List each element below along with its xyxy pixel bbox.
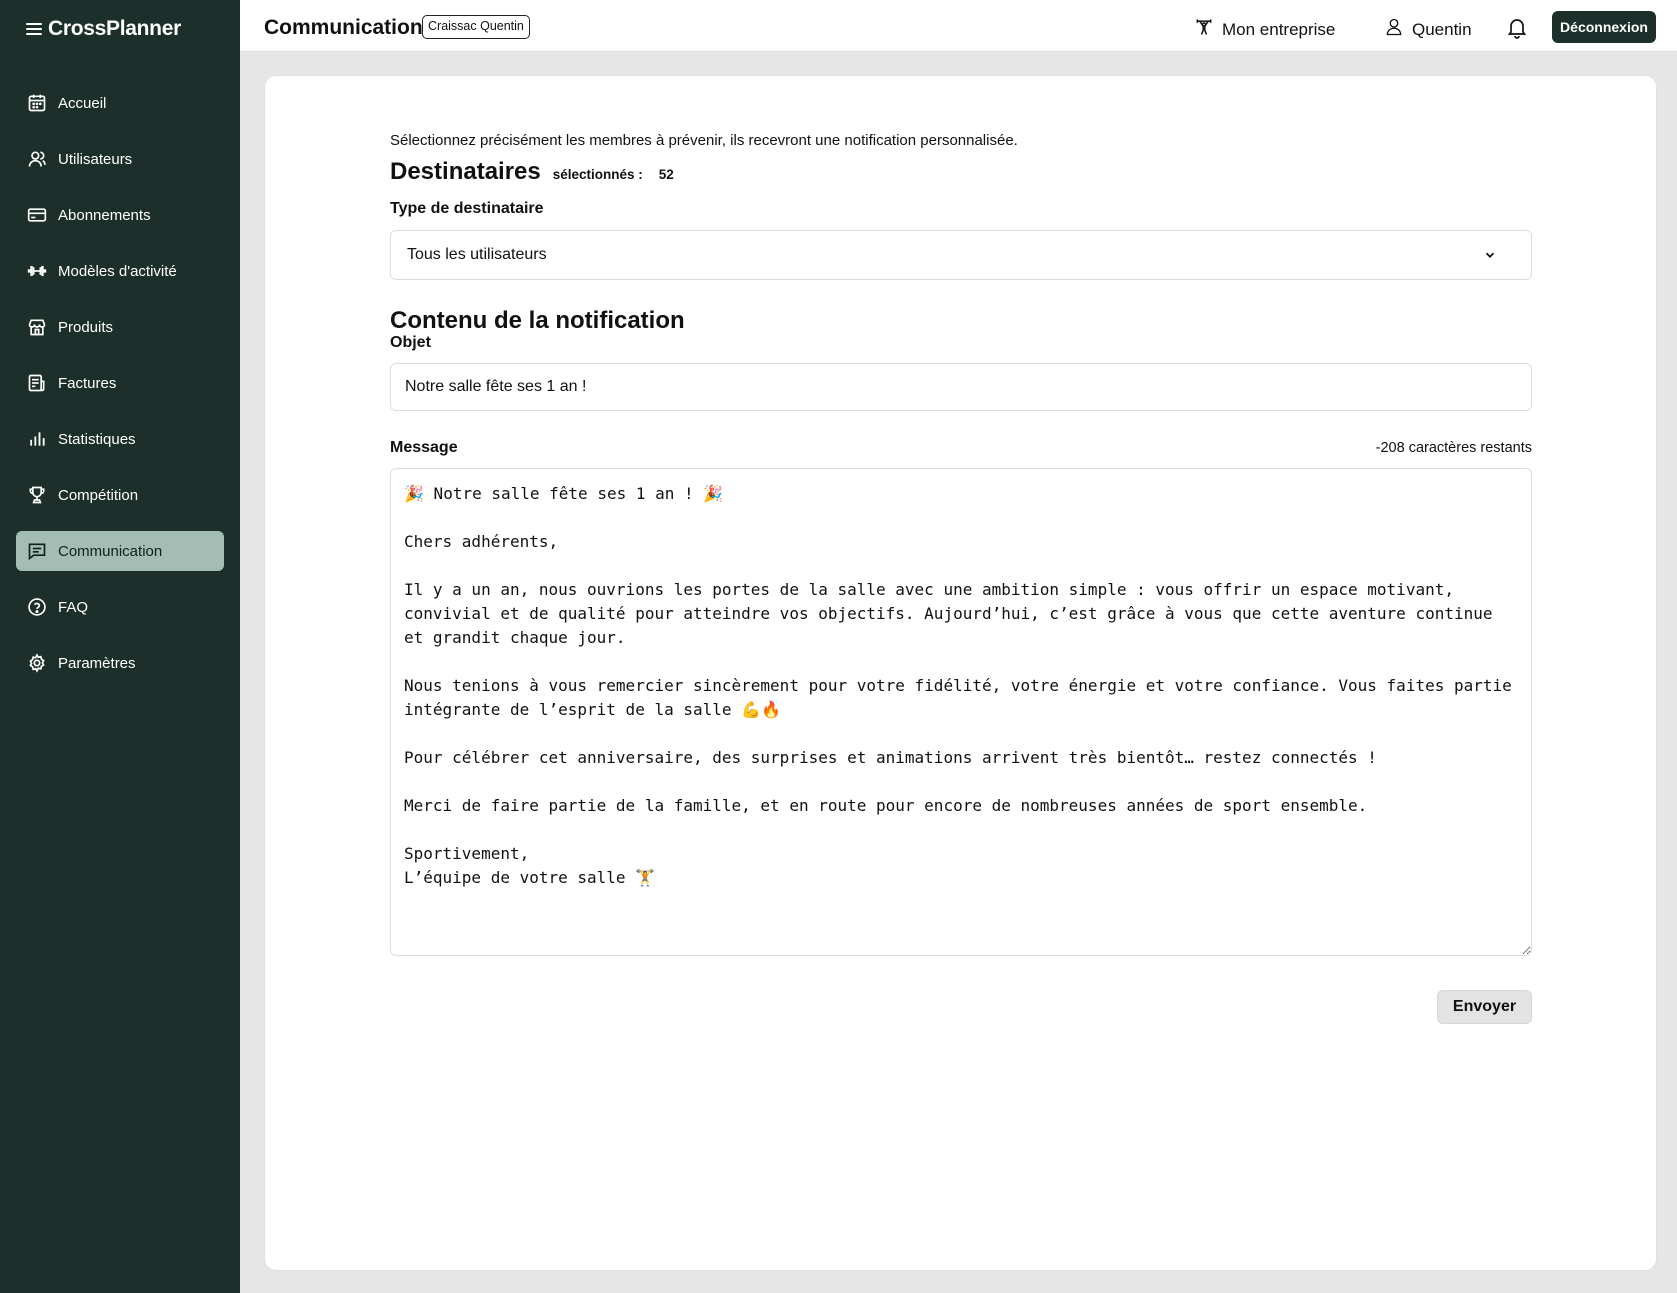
trophy-icon [26, 484, 48, 506]
sidebar-item-communication[interactable]: Communication [16, 531, 224, 571]
dumbbell-icon [26, 260, 48, 282]
sidebar-item-label: Utilisateurs [58, 150, 133, 168]
calendar-icon [26, 92, 48, 114]
recipient-type-select[interactable]: Tous les utilisateurs [390, 230, 1532, 280]
profile-label: Quentin [1412, 19, 1472, 39]
user-chip: Craissac Quentin [422, 15, 530, 39]
logout-button[interactable]: Déconnexion [1552, 11, 1656, 43]
sidebar-item-label: Paramètres [58, 654, 136, 672]
selected-count: 52 [658, 167, 674, 182]
remaining-chars: -208 caractères restants [1375, 440, 1532, 456]
sidebar-item-parametres[interactable]: Paramètres [16, 643, 224, 683]
sidebar-item-label: Compétition [58, 486, 139, 504]
recipient-type-value: Tous les utilisateurs [407, 246, 547, 263]
content-title: Contenu de la notification [390, 307, 685, 334]
message-textarea[interactable]: 🎉 Notre salle fête ses 1 an ! 🎉 Chers ad… [390, 468, 1532, 956]
invoice-icon [26, 372, 48, 394]
sidebar-item-faq[interactable]: FAQ [16, 587, 224, 627]
sidebar-item-label: Modèles d'activité [58, 262, 177, 280]
subject-input[interactable] [390, 363, 1532, 411]
sidebar-item-factures[interactable]: Factures [16, 363, 224, 403]
brand[interactable]: CrossPlanner [26, 16, 181, 42]
bar-chart-icon [26, 428, 48, 450]
company-label: Mon entreprise [1222, 19, 1336, 39]
subject-label: Objet [390, 334, 431, 351]
sidebar: CrossPlanner Accueil Utilisateurs Abonne… [0, 0, 240, 1293]
gear-icon [26, 652, 48, 674]
sidebar-item-competition[interactable]: Compétition [16, 475, 224, 515]
selected-label: sélectionnés : [552, 167, 643, 182]
sidebar-item-modeles-activite[interactable]: Modèles d'activité [16, 251, 224, 291]
app-window: CrossPlanner Accueil Utilisateurs Abonne… [0, 0, 1677, 1293]
sidebar-item-utilisateurs[interactable]: Utilisateurs [16, 139, 224, 179]
intro-text: Sélectionnez précisément les membres à p… [390, 132, 1018, 149]
message-label: Message [390, 439, 458, 456]
brand-name: CrossPlanner [48, 17, 181, 40]
chevron-down-icon [1485, 252, 1495, 258]
send-button[interactable]: Envoyer [1437, 990, 1532, 1024]
company-link[interactable]: Mon entreprise [1194, 17, 1335, 42]
sidebar-item-label: Produits [58, 318, 114, 336]
sidebar-item-produits[interactable]: Produits [16, 307, 224, 347]
sidebar-item-label: Statistiques [58, 430, 136, 448]
sidebar-item-label: Communication [58, 542, 163, 560]
sidebar-item-abonnements[interactable]: Abonnements [16, 195, 224, 235]
menu-icon[interactable] [26, 23, 42, 35]
recipients-header: Destinataires sélectionnés : 52 [390, 158, 674, 186]
sidebar-nav: Accueil Utilisateurs Abonnements Modèles… [16, 83, 224, 699]
recipient-type-label: Type de destinataire [390, 200, 544, 217]
recipients-title: Destinataires [390, 158, 541, 185]
help-circle-icon [26, 596, 48, 618]
sidebar-item-label: Abonnements [58, 206, 151, 224]
profile-link[interactable]: Quentin [1384, 17, 1472, 42]
page-title: Communication [264, 16, 423, 39]
main-card: Sélectionnez précisément les membres à p… [264, 75, 1657, 1271]
sidebar-item-label: Factures [58, 374, 117, 392]
sidebar-item-accueil[interactable]: Accueil [16, 83, 224, 123]
sidebar-item-statistiques[interactable]: Statistiques [16, 419, 224, 459]
store-icon [26, 316, 48, 338]
user-icon [1384, 17, 1404, 42]
sidebar-item-label: FAQ [58, 598, 89, 616]
message-icon [26, 540, 48, 562]
bell-icon[interactable] [1505, 15, 1529, 39]
credit-card-icon [26, 204, 48, 226]
users-icon [26, 148, 48, 170]
top-header: Communication Craissac Quentin Mon entre… [240, 0, 1677, 52]
weightlifter-icon [1194, 17, 1214, 42]
sidebar-item-label: Accueil [58, 94, 107, 112]
